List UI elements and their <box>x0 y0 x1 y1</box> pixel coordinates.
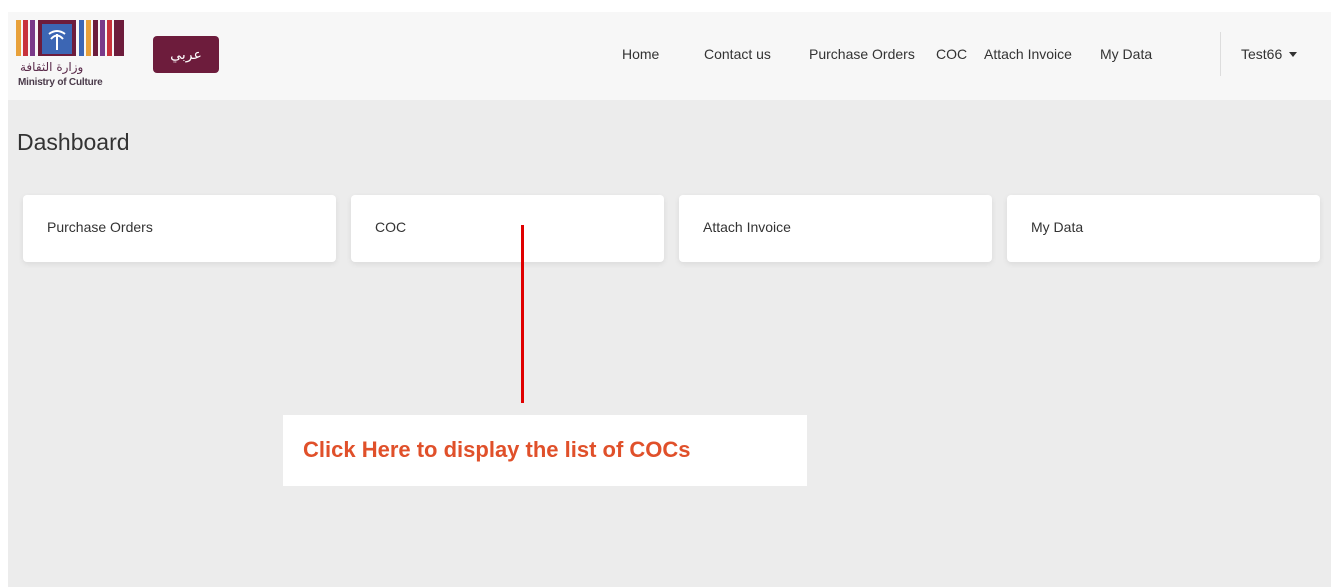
caret-down-icon <box>1289 52 1298 57</box>
nav-link-my-data[interactable]: My Data <box>1100 46 1152 62</box>
nav-link-attach-invoice[interactable]: Attach Invoice <box>984 46 1072 62</box>
nav-link-purchase-orders[interactable]: Purchase Orders <box>809 46 915 62</box>
logo-arabic-text: وزارة الثقافة <box>20 60 84 74</box>
card-coc[interactable]: COC <box>351 195 664 262</box>
page: وزارة الثقافة Ministry of Culture عربي H… <box>8 12 1331 587</box>
nav-link-contact-us[interactable]: Contact us <box>704 46 771 62</box>
card-label: Purchase Orders <box>47 219 153 235</box>
annotation-text: Click Here to display the list of COCs <box>303 437 691 462</box>
nav-link-coc[interactable]: COC <box>936 46 967 62</box>
user-name: Test66 <box>1241 46 1283 62</box>
card-label: Attach Invoice <box>703 219 791 235</box>
card-label: COC <box>375 219 407 235</box>
card-purchase-orders[interactable]: Purchase Orders <box>23 195 336 262</box>
nav-divider <box>1220 32 1221 76</box>
logo-bars-icon <box>16 20 124 56</box>
top-navbar: وزارة الثقافة Ministry of Culture عربي H… <box>8 12 1331 100</box>
language-toggle-button[interactable]: عربي <box>153 36 219 73</box>
ministry-logo[interactable]: وزارة الثقافة Ministry of Culture <box>16 20 146 94</box>
card-label: My Data <box>1031 219 1084 235</box>
card-my-data[interactable]: My Data <box>1007 195 1320 262</box>
page-title: Dashboard <box>17 129 130 155</box>
card-attach-invoice[interactable]: Attach Invoice <box>679 195 992 262</box>
nav-link-home[interactable]: Home <box>622 46 659 62</box>
user-menu-dropdown[interactable]: Test66 <box>1241 46 1298 62</box>
logo-english-text: Ministry of Culture <box>18 77 103 88</box>
annotation-callout: Click Here to display the list of COCs <box>283 415 807 486</box>
annotation-pointer-line <box>521 225 524 403</box>
